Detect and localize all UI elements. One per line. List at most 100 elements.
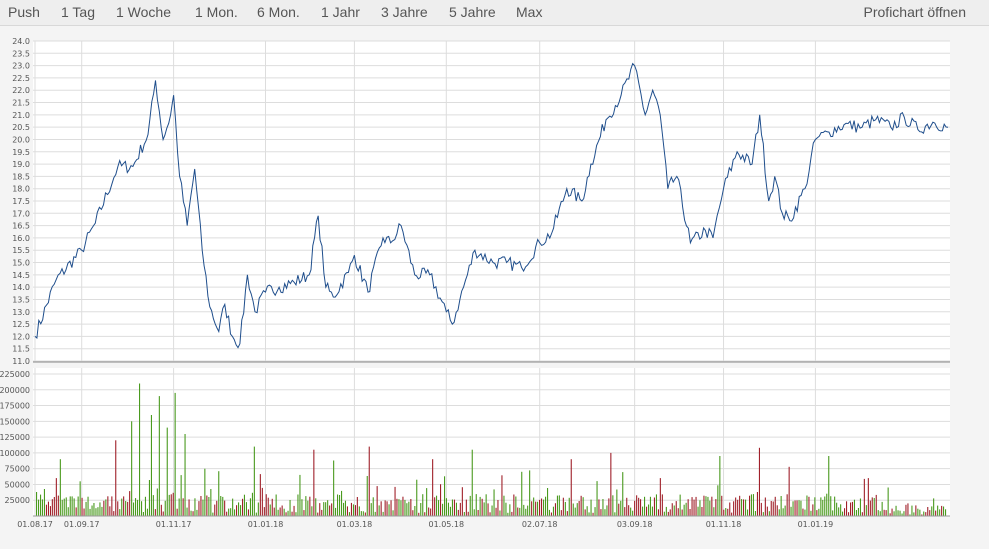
volume-bar <box>87 496 89 516</box>
volume-bar <box>697 506 699 516</box>
volume-bar <box>323 502 325 516</box>
price-y-tick-label: 22.5 <box>12 74 30 83</box>
volume-bar <box>141 501 143 516</box>
volume-bar <box>903 511 905 516</box>
volume-bar <box>216 500 218 516</box>
volume-bar <box>305 496 307 516</box>
volume-y-tick-label: 200000 <box>0 386 30 395</box>
volume-bar <box>144 496 146 516</box>
volume-bar <box>539 499 541 516</box>
volume-bar <box>925 512 927 516</box>
volume-bar <box>212 512 214 516</box>
volume-bar <box>388 504 390 516</box>
tab-1-mon[interactable]: 1 Mon. <box>195 4 238 20</box>
tab-push[interactable]: Push <box>8 4 40 20</box>
x-tick-label: 01.01.19 <box>798 520 834 529</box>
volume-bar <box>331 503 333 516</box>
x-tick-label: 03.09.18 <box>617 520 653 529</box>
tab-1-tag[interactable]: 1 Tag <box>61 4 95 20</box>
volume-bar <box>226 511 228 516</box>
volume-bar <box>230 508 232 516</box>
volume-bar <box>224 500 226 516</box>
volume-bar <box>857 508 859 516</box>
volume-bar <box>576 503 578 516</box>
volume-bar <box>475 494 477 516</box>
volume-bar <box>790 506 792 516</box>
volume-bar <box>535 501 537 516</box>
volume-bar <box>873 498 875 516</box>
price-y-tick-label: 12.5 <box>12 320 30 329</box>
volume-bar <box>550 512 552 516</box>
profichart-open-link[interactable]: Profichart öffnen <box>864 4 966 20</box>
volume-bar <box>111 496 113 516</box>
volume-bar <box>445 498 447 516</box>
chart-area: 11.0 11.5 12.0 12.5 13.0 13.5 14.0 14.5 15.0 15.5… <box>0 26 989 549</box>
volume-bar <box>788 466 790 516</box>
volume-bar <box>366 476 368 516</box>
volume-bar <box>552 506 554 516</box>
tab-1-jahr[interactable]: 1 Jahr <box>321 4 360 20</box>
x-tick-label: 01.09.17 <box>64 520 100 529</box>
volume-bar <box>691 497 693 516</box>
volume-bar <box>897 510 899 516</box>
volume-bar <box>430 508 432 516</box>
volume-bar <box>172 492 174 516</box>
price-volume-chart[interactable]: 11.0 11.5 12.0 12.5 13.0 13.5 14.0 14.5 15.0 15.5… <box>0 26 989 549</box>
volume-bar <box>543 499 545 516</box>
volume-bar <box>489 512 491 516</box>
volume-bar <box>477 510 479 516</box>
volume-bar <box>747 509 749 516</box>
volume-bar <box>911 505 913 516</box>
volume-bar <box>142 512 144 516</box>
volume-bar <box>376 486 378 516</box>
volume-bar <box>638 497 640 516</box>
volume-bar <box>891 508 893 516</box>
volume-y-tick-label: 175000 <box>0 402 30 411</box>
volume-bar <box>337 494 339 516</box>
tab-3-jahre[interactable]: 3 Jahre <box>381 4 428 20</box>
volume-bar <box>89 508 91 516</box>
volume-bar <box>846 501 848 516</box>
price-y-tick-label: 20.0 <box>12 135 30 144</box>
volume-bar <box>253 446 255 516</box>
volume-bar <box>479 496 481 516</box>
volume-bar <box>780 496 782 516</box>
volume-bar <box>659 478 661 516</box>
tab-1-woche[interactable]: 1 Woche <box>116 4 171 20</box>
volume-bar <box>586 506 588 516</box>
volume-y-tick-label: 25000 <box>5 496 30 505</box>
volume-bar <box>265 494 267 516</box>
volume-bar <box>170 494 172 516</box>
volume-bar <box>356 497 358 516</box>
volume-bar <box>661 494 663 516</box>
volume-bar <box>632 510 634 516</box>
volume-bar <box>148 480 150 516</box>
volume-bar <box>236 505 238 516</box>
volume-bar <box>259 474 261 516</box>
volume-bar <box>327 500 329 516</box>
volume-bar <box>204 468 206 516</box>
volume-bar <box>424 512 426 516</box>
volume-bar <box>160 504 162 516</box>
tab-5-jahre[interactable]: 5 Jahre <box>449 4 496 20</box>
volume-bar <box>612 495 614 516</box>
volume-bar <box>782 508 784 516</box>
volume-bar <box>422 494 424 516</box>
tab-6-mon[interactable]: 6 Mon. <box>257 4 300 20</box>
volume-bar <box>57 495 59 516</box>
volume-bar <box>45 504 47 516</box>
volume-bar <box>406 503 408 516</box>
price-y-tick-label: 14.5 <box>12 271 30 280</box>
price-y-tick-label: 21.5 <box>12 99 30 108</box>
price-y-tick-label: 13.0 <box>12 308 30 317</box>
volume-bar <box>152 495 154 516</box>
price-y-tick-label: 18.5 <box>12 172 30 181</box>
volume-bar <box>572 503 574 516</box>
tab-max[interactable]: Max <box>516 4 542 20</box>
volume-bar <box>620 500 622 516</box>
volume-bar <box>739 495 741 516</box>
volume-bar <box>174 392 176 516</box>
volume-bar <box>663 511 665 516</box>
volume-bar <box>564 502 566 516</box>
volume-bar <box>636 495 638 516</box>
